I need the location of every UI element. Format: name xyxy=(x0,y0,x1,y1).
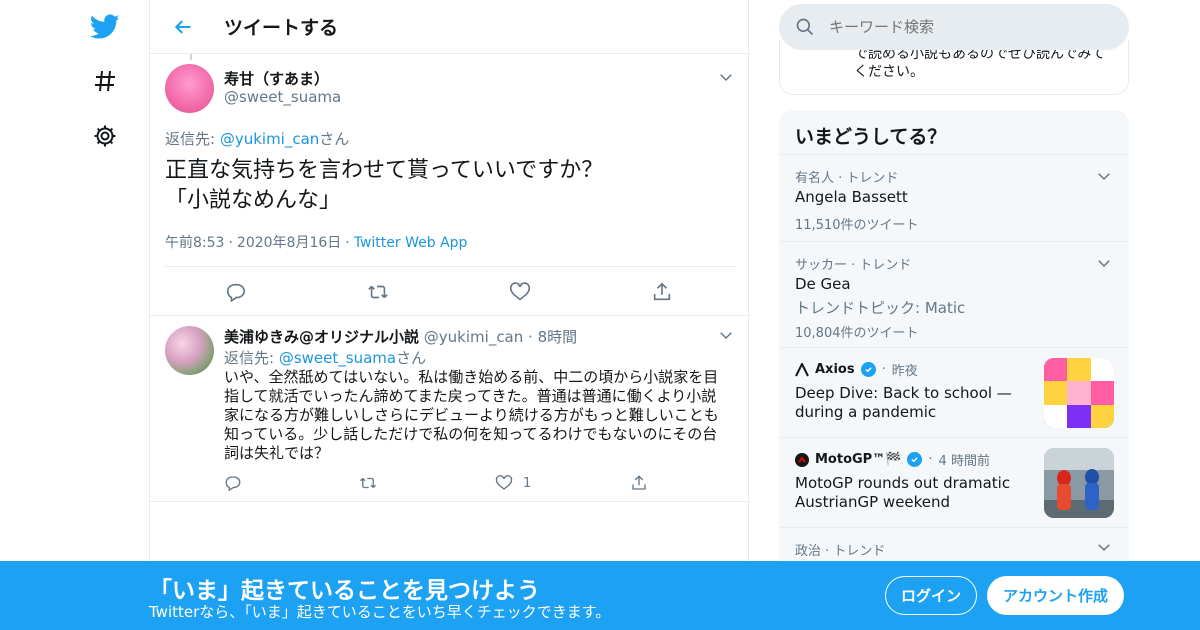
twitter-logo-icon[interactable] xyxy=(88,10,122,44)
chevron-down-icon[interactable] xyxy=(1095,254,1113,272)
axios-logo-icon xyxy=(795,362,809,377)
reply-prefix: 返信先: xyxy=(165,130,220,148)
news-time: 4 時間前 xyxy=(938,454,990,469)
trend-name: De Gea xyxy=(795,275,851,293)
avatar[interactable] xyxy=(165,64,214,113)
reply-suffix: さん xyxy=(319,130,350,148)
like-count: 1 xyxy=(523,475,532,491)
focused-tweet: 寿甘（すあま） @sweet_suama 返信先: @yukimi_canさん … xyxy=(150,54,748,316)
page-header: ツイートする xyxy=(150,0,748,54)
author-handle[interactable]: @sweet_suama xyxy=(224,88,341,106)
tweet-text-line: 「小説なめんな」 xyxy=(165,188,342,213)
tweet-source-link[interactable]: Twitter Web App xyxy=(354,235,468,251)
banner-subtitle: Twitterなら、「いま」起きていることをいち早くチェックできます。 xyxy=(149,603,611,621)
chevron-down-icon[interactable] xyxy=(1095,167,1113,185)
gear-icon[interactable] xyxy=(88,119,122,153)
tweet-date[interactable]: 2020年8月16日 xyxy=(237,235,341,251)
trends-panel: いまどうしてる？ 有名人 · トレンド Angela Bassett 11,51… xyxy=(779,110,1129,630)
tweet-time[interactable]: 8時間 xyxy=(538,328,578,346)
chevron-down-icon[interactable] xyxy=(717,68,735,86)
reply-suffix: さん xyxy=(396,349,427,367)
reply-context: 返信先: @yukimi_canさん xyxy=(165,128,349,149)
main-column: ツイートする 寿甘（すあま） @sweet_suama 返信先: @yukimi… xyxy=(149,0,749,630)
author-handle[interactable]: @yukimi_can xyxy=(424,328,523,346)
heart-icon xyxy=(495,475,513,490)
back-arrow-icon[interactable] xyxy=(168,12,198,42)
reply-icon[interactable] xyxy=(224,474,242,492)
trend-meta: サッカー · トレンド xyxy=(795,258,912,273)
heart-icon[interactable] xyxy=(509,281,531,303)
profile-card-text: で読める小説もあるのでぜひ読んでみてください。 xyxy=(854,46,1106,80)
tweet-text: いや、全然舐めてはいない。私は働き始める前、中二の頃から小説家を目指して就活でい… xyxy=(224,368,719,462)
reply-tweet[interactable]: 美浦ゆきみ@オリジナル小説 @yukimi_can · 8時間 返信先: @sw… xyxy=(150,316,748,502)
trend-name: Angela Bassett xyxy=(795,188,908,206)
left-navigation xyxy=(0,0,150,630)
reply-to-link[interactable]: @sweet_suama xyxy=(279,349,396,367)
reply-icon[interactable] xyxy=(225,281,247,303)
tweet-time[interactable]: 午前8:53 xyxy=(165,235,224,251)
author-name[interactable]: 美浦ゆきみ@オリジナル小説 xyxy=(224,328,419,346)
news-source-name: Axios xyxy=(815,362,855,377)
meta-separator: · xyxy=(528,328,533,346)
trend-item[interactable]: 有名人 · トレンド Angela Bassett 11,510件のツイート xyxy=(779,155,1129,242)
trend-meta: 政治 · トレンド xyxy=(795,544,886,559)
news-time: 昨夜 xyxy=(891,364,918,379)
chevron-down-icon[interactable] xyxy=(1095,538,1113,556)
tweet-action-bar xyxy=(165,266,735,316)
news-title: Deep Dive: Back to school — during a pan… xyxy=(795,384,1012,421)
chevron-down-icon[interactable] xyxy=(717,326,735,344)
reply-to-link[interactable]: @yukimi_can xyxy=(220,130,319,148)
search-bar[interactable] xyxy=(779,4,1129,50)
news-item[interactable]: MotoGP™🏁 · 4 時間前 MotoGP rounds out drama… xyxy=(779,438,1129,528)
news-thumbnail xyxy=(1044,358,1114,428)
trend-count: 11,510件のツイート xyxy=(795,218,919,233)
trends-title: いまどうしてる？ xyxy=(779,110,1129,155)
tweet-text: 正直な気持ちを言わせて貰っていいですか？ 「小説なめんな」 xyxy=(165,156,725,216)
motogp-logo-icon xyxy=(795,452,809,467)
author-name[interactable]: 寿甘（すあま） xyxy=(224,68,329,89)
verified-badge-icon xyxy=(907,452,923,467)
trend-topic: トレンドトピック: Matic xyxy=(795,299,966,317)
news-thumbnail xyxy=(1044,448,1114,518)
news-title: MotoGP rounds out dramatic AustrianGP we… xyxy=(795,474,1011,511)
banner-title: 「いま」起きていることを見つけよう xyxy=(149,578,540,604)
trend-meta: 有名人 · トレンド xyxy=(795,171,899,186)
tweet-text-line: 正直な気持ちを言わせて貰っていいですか？ xyxy=(165,158,604,183)
avatar[interactable] xyxy=(165,326,214,375)
share-icon[interactable] xyxy=(630,474,648,492)
signup-button[interactable]: アカウント作成 xyxy=(987,576,1124,615)
tweet-meta: 午前8:53 · 2020年8月16日 · Twitter Web App xyxy=(165,235,468,251)
tweet-action-bar: 1 xyxy=(224,474,724,494)
like-button[interactable]: 1 xyxy=(495,474,531,492)
share-icon[interactable] xyxy=(651,281,673,303)
meta-separator: · xyxy=(881,362,886,377)
verified-badge-icon xyxy=(860,362,876,377)
reply-header: 美浦ゆきみ@オリジナル小説 @yukimi_can · 8時間 xyxy=(224,326,577,347)
hashtag-icon[interactable] xyxy=(88,64,122,98)
news-item[interactable]: Axios · 昨夜 Deep Dive: Back to school — d… xyxy=(779,348,1129,438)
page-title: ツイートする xyxy=(224,17,339,39)
login-button[interactable]: ログイン xyxy=(885,576,977,615)
search-input[interactable] xyxy=(829,18,1109,36)
signup-banner: 「いま」起きていることを見つけよう Twitterなら、「いま」起きていることを… xyxy=(0,561,1200,630)
meta-separator: · xyxy=(928,452,933,467)
trend-item[interactable]: サッカー · トレンド De Gea トレンドトピック: Matic 10,80… xyxy=(779,242,1129,348)
retweet-icon[interactable] xyxy=(367,281,389,303)
news-source-name: MotoGP™🏁 xyxy=(815,452,902,467)
trend-count: 10,804件のツイート xyxy=(795,326,919,341)
reply-context: 返信先: @sweet_suamaさん xyxy=(224,347,426,368)
retweet-icon[interactable] xyxy=(359,474,377,492)
search-icon xyxy=(795,17,815,37)
reply-prefix: 返信先: xyxy=(224,349,279,367)
